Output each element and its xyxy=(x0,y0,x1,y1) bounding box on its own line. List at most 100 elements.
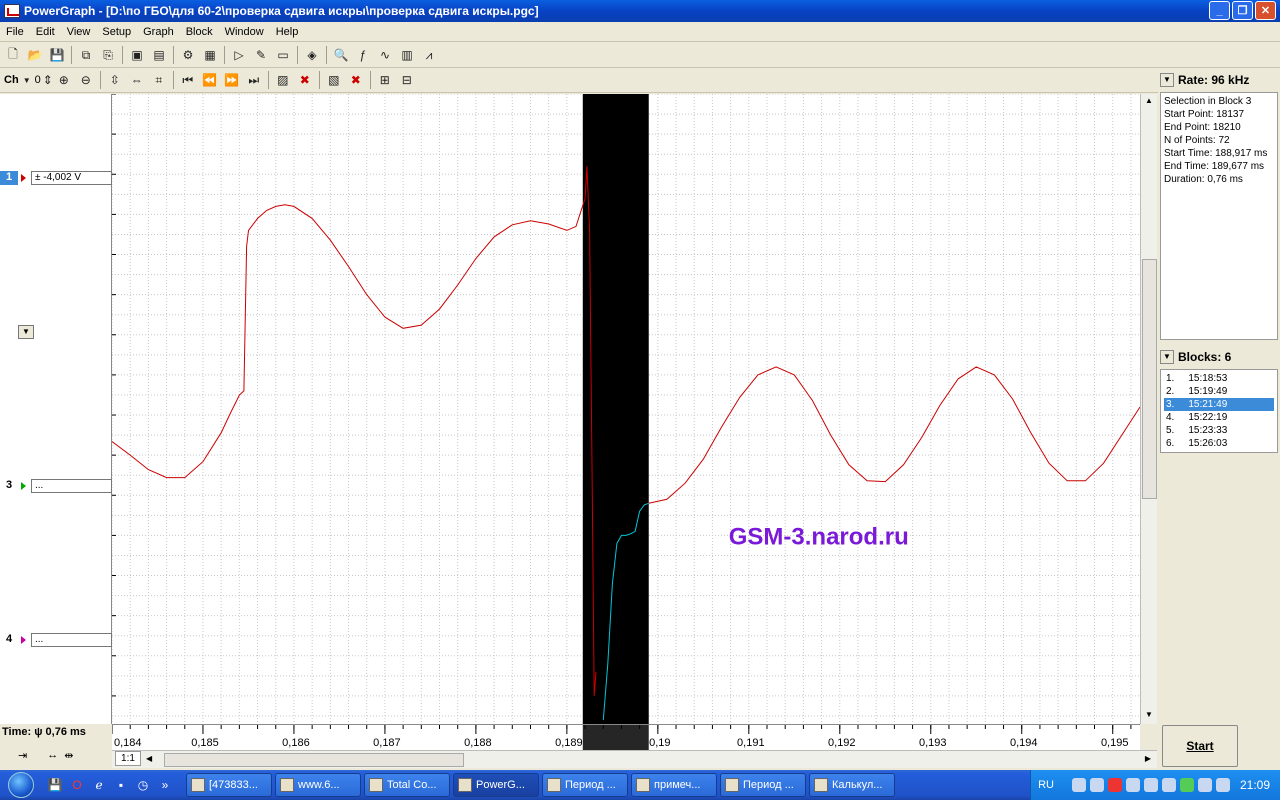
tray-app-icon[interactable] xyxy=(1161,778,1176,792)
task-button[interactable]: Период ... xyxy=(542,773,628,797)
fit-horizontal-icon[interactable]: ⇔ xyxy=(126,70,148,90)
zero-label[interactable]: 0 xyxy=(33,74,43,86)
menu-graph[interactable]: Graph xyxy=(137,26,180,38)
save-icon[interactable]: 💾 xyxy=(46,45,68,65)
new-file-icon[interactable]: 🗋 xyxy=(2,45,24,65)
scroll-down-icon[interactable]: ▼ xyxy=(1143,710,1155,722)
paste-block-icon[interactable]: ▤ xyxy=(148,45,170,65)
channel-3-row[interactable]: 3 ... xyxy=(0,478,112,493)
marker-icon[interactable]: ⇥ xyxy=(18,749,27,762)
fit-vertical-icon[interactable]: ⇳ xyxy=(104,70,126,90)
board-icon[interactable]: ▦ xyxy=(199,45,221,65)
channel-3-range[interactable]: ... xyxy=(31,478,112,493)
minimize-button[interactable]: _ xyxy=(1209,1,1230,20)
channel-4-range[interactable]: ... xyxy=(31,632,112,647)
first-icon[interactable]: ⏮ xyxy=(177,70,199,90)
horizontal-scroll-thumb[interactable] xyxy=(164,753,464,767)
tray-app-icon[interactable] xyxy=(1143,778,1158,792)
block-item-1[interactable]: 1. 15:18:53 xyxy=(1164,372,1274,385)
spectrum-icon[interactable]: ⩘ xyxy=(418,45,440,65)
block-item-2[interactable]: 2. 15:19:49 xyxy=(1164,385,1274,398)
opera-icon[interactable]: O xyxy=(68,776,86,794)
blocks-dropdown-icon[interactable]: ▼ xyxy=(1160,350,1174,364)
menu-edit[interactable]: Edit xyxy=(30,26,61,38)
vertical-scroll-thumb[interactable] xyxy=(1142,259,1157,499)
zoom-out-icon[interactable]: ⊖ xyxy=(75,70,97,90)
task-button[interactable]: Total Co... xyxy=(364,773,450,797)
block-item-5[interactable]: 5. 15:23:33 xyxy=(1164,424,1274,437)
menu-help[interactable]: Help xyxy=(270,26,305,38)
tray-wifi-icon[interactable] xyxy=(1179,778,1194,792)
channel-4-row[interactable]: 4 ... xyxy=(0,632,112,647)
quicklaunch-expand-icon[interactable]: » xyxy=(156,776,174,794)
block-icon[interactable]: ▧ xyxy=(323,70,345,90)
menu-file[interactable]: File xyxy=(0,26,30,38)
delete-block-icon[interactable]: ✖ xyxy=(345,70,367,90)
block-item-6[interactable]: 6. 15:26:03 xyxy=(1164,437,1274,450)
tray-app-icon[interactable] xyxy=(1215,778,1230,792)
expand-selection-icon[interactable]: ⊞ xyxy=(374,70,396,90)
channel-1-range[interactable]: ± -4,002 V xyxy=(31,170,112,185)
zoom-in-icon[interactable]: ⊕ xyxy=(53,70,75,90)
display-icon[interactable]: ▭ xyxy=(272,45,294,65)
restore-button[interactable]: ❐ xyxy=(1232,1,1253,20)
tray-network-icon[interactable] xyxy=(1071,778,1086,792)
task-button[interactable]: примеч... xyxy=(631,773,717,797)
device-icon[interactable]: ⚙ xyxy=(177,45,199,65)
media-icon[interactable]: ▪ xyxy=(112,776,130,794)
horizontal-scrollbar[interactable]: ◀ ▶ xyxy=(112,750,1157,768)
zoom-analysis-icon[interactable]: 🔍 xyxy=(330,45,352,65)
menu-view[interactable]: View xyxy=(61,26,97,38)
select-icon[interactable]: ▨ xyxy=(272,70,294,90)
waveform-chart[interactable]: 4,03,53,02,52,01,51,00,50-0,5-1,0-1,5-2,… xyxy=(91,89,1141,724)
view-icon[interactable]: ◈ xyxy=(301,45,323,65)
zoom-ratio[interactable]: 1:1 xyxy=(115,751,141,766)
histogram-icon[interactable]: ▥ xyxy=(396,45,418,65)
tray-volume-icon[interactable] xyxy=(1089,778,1104,792)
start-button[interactable]: Start xyxy=(1162,725,1238,767)
channel-1-row[interactable]: 1 ± -4,002 V xyxy=(0,170,112,185)
copy-graph-icon[interactable]: ⧉ xyxy=(75,45,97,65)
compress-time-icon[interactable]: ⇹ xyxy=(64,749,73,762)
tray-antivirus-icon[interactable] xyxy=(1107,778,1122,792)
block-item-4[interactable]: 4. 15:22:19 xyxy=(1164,411,1274,424)
rewind-icon[interactable]: ⏪ xyxy=(199,70,221,90)
last-icon[interactable]: ⏭ xyxy=(243,70,265,90)
clock-app-icon[interactable]: ◷ xyxy=(134,776,152,794)
vertical-scrollbar[interactable]: ▲ ▼ xyxy=(1140,94,1157,724)
play-icon[interactable]: ▷ xyxy=(228,45,250,65)
scroll-up-icon[interactable]: ▲ xyxy=(1143,96,1155,108)
task-button[interactable]: Период ... xyxy=(720,773,806,797)
zero-arrow-icon[interactable]: ⇕ xyxy=(43,70,53,90)
menu-block[interactable]: Block xyxy=(180,26,219,38)
save-quicklaunch-icon[interactable]: 💾 xyxy=(46,776,64,794)
scroll-right-icon[interactable]: ▶ xyxy=(1145,754,1151,763)
fit-all-icon[interactable]: ⌗ xyxy=(148,70,170,90)
channel-dropdown-icon[interactable]: ▼ xyxy=(21,70,33,90)
copy-block-icon[interactable]: ▣ xyxy=(126,45,148,65)
menu-window[interactable]: Window xyxy=(219,26,270,38)
channel-scale-dropdown-icon[interactable]: ▼ xyxy=(18,325,34,339)
expand-time-icon[interactable]: ↔ xyxy=(47,749,58,761)
filter-icon[interactable]: ∿ xyxy=(374,45,396,65)
open-folder-icon[interactable]: 📂 xyxy=(24,45,46,65)
task-button[interactable]: Калькул... xyxy=(809,773,895,797)
plot-area[interactable]: 4,03,53,02,52,01,51,00,50-0,5-1,0-1,5-2,… xyxy=(91,89,1141,724)
scroll-left-icon[interactable]: ◀ xyxy=(146,754,152,763)
block-item-3[interactable]: 3. 15:21:49 xyxy=(1164,398,1274,411)
pencil-icon[interactable]: ✎ xyxy=(250,45,272,65)
paste-graph-icon[interactable]: ⎘ xyxy=(97,45,119,65)
task-button-active[interactable]: PowerG... xyxy=(453,773,539,797)
collapse-selection-icon[interactable]: ⊟ xyxy=(396,70,418,90)
menu-setup[interactable]: Setup xyxy=(96,26,137,38)
tray-app-icon[interactable] xyxy=(1125,778,1140,792)
task-button[interactable]: www.6... xyxy=(275,773,361,797)
forward-icon[interactable]: ⏩ xyxy=(221,70,243,90)
tray-power-icon[interactable] xyxy=(1197,778,1212,792)
fft-icon[interactable]: ƒ xyxy=(352,45,374,65)
language-indicator[interactable]: RU xyxy=(1038,779,1054,791)
rate-dropdown-icon[interactable]: ▼ xyxy=(1160,73,1174,87)
ie-icon[interactable]: ℯ xyxy=(90,776,108,794)
close-button[interactable]: ✕ xyxy=(1255,1,1276,20)
start-menu-button[interactable] xyxy=(0,770,42,800)
